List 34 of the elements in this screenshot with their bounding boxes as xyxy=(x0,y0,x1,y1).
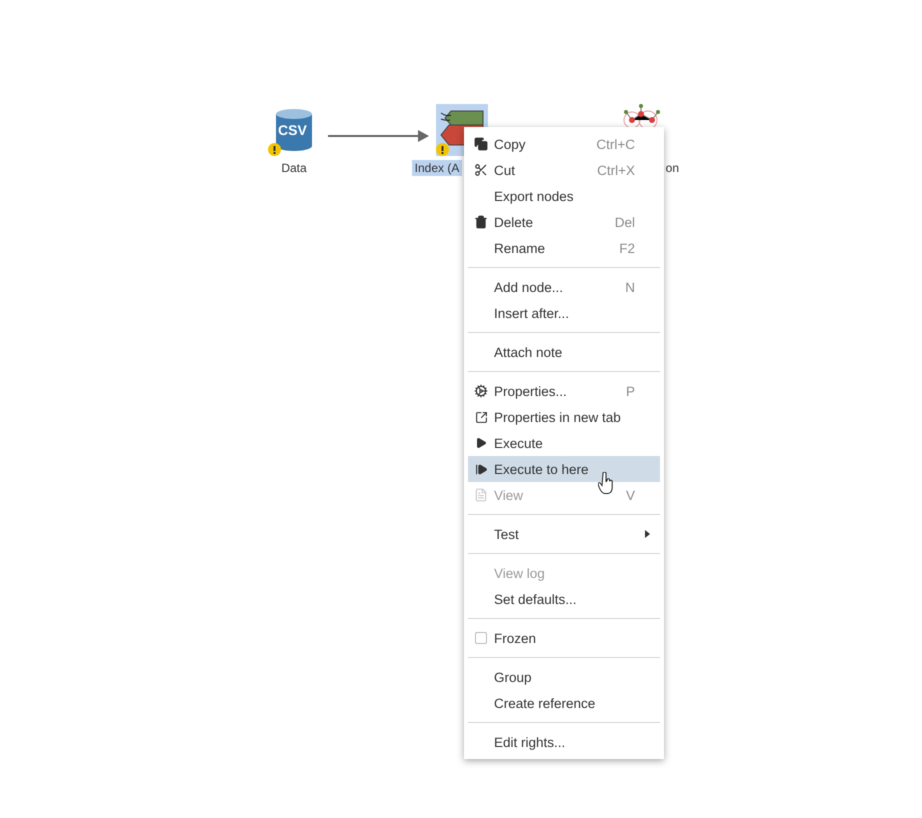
checkbox[interactable] xyxy=(475,632,487,644)
menu-item[interactable]: Edit rights... xyxy=(468,729,660,755)
menu-item[interactable]: Delete Del xyxy=(468,209,660,235)
node-label: Data xyxy=(280,160,308,176)
menu-item[interactable]: Insert after... xyxy=(468,300,660,326)
menu-item[interactable]: Cut Ctrl+X xyxy=(468,157,660,183)
menu-item[interactable]: Set defaults... xyxy=(468,586,660,612)
menu-item[interactable]: Frozen xyxy=(468,625,660,651)
menu-item[interactable]: Properties... P xyxy=(468,378,660,404)
menu-item[interactable]: Export nodes xyxy=(468,183,660,209)
menu-item[interactable]: Rename F2 xyxy=(468,235,660,261)
node-label: on xyxy=(664,160,680,176)
menu-item[interactable]: Properties in new tab xyxy=(468,404,660,430)
trash-icon xyxy=(474,215,488,229)
node-label: Index (A xyxy=(412,160,462,176)
file-icon xyxy=(474,488,488,502)
hand-cursor-icon xyxy=(598,472,614,494)
database-icon xyxy=(275,108,313,152)
menu-item[interactable]: Add node... N xyxy=(468,274,660,300)
menu-item[interactable]: Attach note xyxy=(468,339,660,365)
scissors-icon xyxy=(474,163,488,177)
menu-item[interactable]: Create reference xyxy=(468,690,660,716)
menu-item[interactable]: Copy Ctrl+C xyxy=(468,131,660,157)
submenu-caret-icon xyxy=(645,530,650,538)
menu-item[interactable]: Execute to here xyxy=(468,456,660,482)
menu-item[interactable]: Test xyxy=(468,521,660,547)
settings-icon xyxy=(474,384,488,398)
menu-item[interactable]: Group xyxy=(468,664,660,690)
play-icon xyxy=(475,437,487,449)
icon-text: CSV xyxy=(278,122,307,138)
external-link-icon xyxy=(474,410,488,424)
menu-item[interactable]: Execute xyxy=(468,430,660,456)
step-forward-icon xyxy=(474,462,488,476)
copy-icon xyxy=(474,137,488,151)
